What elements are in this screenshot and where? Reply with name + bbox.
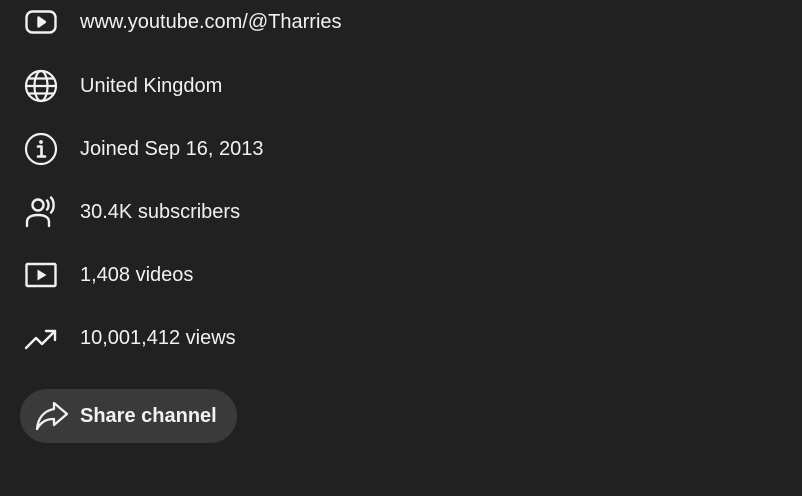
views-row: 10,001,412 views — [22, 318, 236, 358]
subscribers-icon — [22, 193, 60, 231]
country-text: United Kingdom — [80, 75, 223, 97]
videos-count-text: 1,408 videos — [80, 264, 194, 286]
subscribers-count-text: 30.4K subscribers — [80, 201, 241, 223]
joined-date-text: Joined Sep 16, 2013 — [80, 138, 264, 160]
info-icon — [22, 130, 60, 168]
videos-row: 1,408 videos — [22, 255, 193, 295]
share-arrow-icon — [34, 398, 70, 434]
video-icon — [22, 256, 60, 294]
share-channel-button[interactable]: Share channel — [20, 389, 237, 443]
trending-icon — [22, 319, 60, 357]
subscribers-row: 30.4K subscribers — [22, 192, 240, 232]
channel-url-link[interactable]: www.youtube.com/@Tharries — [80, 10, 342, 34]
globe-icon — [22, 67, 60, 105]
country-row: United Kingdom — [22, 66, 222, 106]
youtube-play-icon — [22, 3, 60, 41]
share-channel-label: Share channel — [80, 404, 217, 427]
views-count-text: 10,001,412 views — [80, 327, 236, 349]
joined-row: Joined Sep 16, 2013 — [22, 129, 264, 169]
channel-link-row[interactable]: www.youtube.com/@Tharries — [22, 2, 342, 42]
